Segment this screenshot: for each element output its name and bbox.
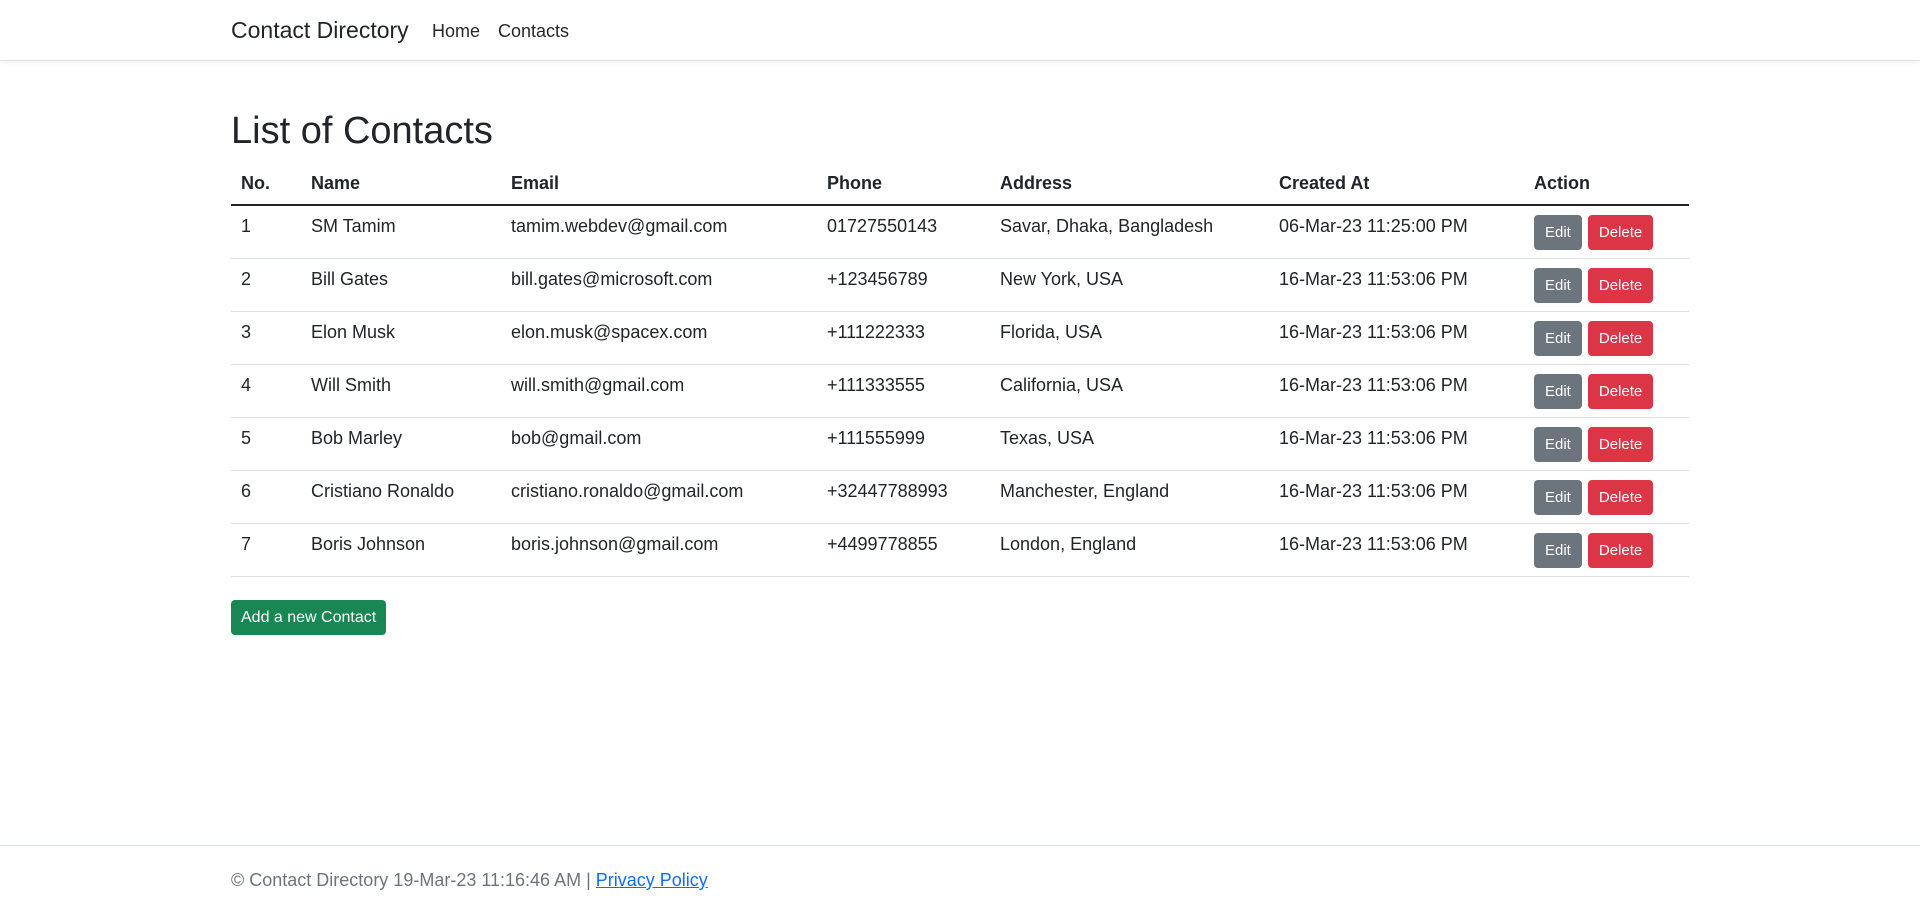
cell-action: Edit Delete <box>1524 417 1689 471</box>
cell-created-at: 16-Mar-23 11:53:06 PM <box>1269 364 1524 418</box>
cell-action: Edit Delete <box>1524 364 1689 418</box>
cell-no: 3 <box>231 311 301 365</box>
cell-address: Manchester, England <box>990 470 1269 524</box>
table-header-row: No. Name Email Phone Address Created At … <box>231 162 1689 206</box>
cell-email: will.smith@gmail.com <box>501 364 817 418</box>
cell-name: Bob Marley <box>301 417 501 471</box>
cell-action: Edit Delete <box>1524 205 1689 259</box>
delete-button[interactable]: Delete <box>1587 215 1654 250</box>
cell-phone: +111555999 <box>817 417 990 471</box>
cell-email: elon.musk@spacex.com <box>501 311 817 365</box>
cell-action: Edit Delete <box>1524 523 1689 577</box>
edit-button[interactable]: Edit <box>1534 426 1582 462</box>
nav-link-contacts[interactable]: Contacts <box>498 21 569 42</box>
cell-no: 6 <box>231 470 301 524</box>
table-row: 4 Will Smith will.smith@gmail.com +11133… <box>231 364 1689 418</box>
cell-phone: +4499778855 <box>817 523 990 577</box>
column-header-address: Address <box>990 162 1269 206</box>
cell-created-at: 06-Mar-23 11:25:00 PM <box>1269 205 1524 259</box>
edit-button[interactable]: Edit <box>1534 373 1582 409</box>
column-header-name: Name <box>301 162 501 206</box>
column-header-email: Email <box>501 162 817 206</box>
edit-button[interactable]: Edit <box>1534 267 1582 303</box>
cell-created-at: 16-Mar-23 11:53:06 PM <box>1269 311 1524 365</box>
cell-address: Texas, USA <box>990 417 1269 471</box>
cell-address: London, England <box>990 523 1269 577</box>
cell-created-at: 16-Mar-23 11:53:06 PM <box>1269 258 1524 312</box>
cell-address: California, USA <box>990 364 1269 418</box>
table-row: 2 Bill Gates bill.gates@microsoft.com +1… <box>231 258 1689 312</box>
cell-email: bob@gmail.com <box>501 417 817 471</box>
cell-address: Savar, Dhaka, Bangladesh <box>990 205 1269 259</box>
cell-no: 4 <box>231 364 301 418</box>
add-contact-button[interactable]: Add a new Contact <box>231 600 387 635</box>
column-header-created-at: Created At <box>1269 162 1524 206</box>
cell-email: cristiano.ronaldo@gmail.com <box>501 470 817 524</box>
cell-no: 5 <box>231 417 301 471</box>
cell-email: bill.gates@microsoft.com <box>501 258 817 312</box>
table-row: 3 Elon Musk elon.musk@spacex.com +111222… <box>231 311 1689 365</box>
cell-address: Florida, USA <box>990 311 1269 365</box>
cell-action: Edit Delete <box>1524 470 1689 524</box>
cell-name: SM Tamim <box>301 205 501 259</box>
cell-email: tamim.webdev@gmail.com <box>501 205 817 259</box>
cell-name: Cristiano Ronaldo <box>301 470 501 524</box>
footer-copyright: © Contact Directory 19-Mar-23 11:16:46 A… <box>231 870 591 890</box>
column-header-action: Action <box>1524 162 1689 206</box>
cell-phone: +123456789 <box>817 258 990 312</box>
cell-no: 2 <box>231 258 301 312</box>
cell-no: 1 <box>231 205 301 259</box>
delete-button[interactable]: Delete <box>1587 320 1654 356</box>
page-title: List of Contacts <box>231 110 493 152</box>
cell-created-at: 16-Mar-23 11:53:06 PM <box>1269 523 1524 577</box>
edit-button[interactable]: Edit <box>1534 320 1582 356</box>
edit-button[interactable]: Edit <box>1534 532 1582 568</box>
edit-button[interactable]: Edit <box>1534 215 1582 250</box>
cell-name: Will Smith <box>301 364 501 418</box>
column-header-no: No. <box>231 162 301 206</box>
cell-name: Elon Musk <box>301 311 501 365</box>
table-body: 1 SM Tamim tamim.webdev@gmail.com 017275… <box>231 205 1689 577</box>
cell-phone: +111333555 <box>817 364 990 418</box>
cell-no: 7 <box>231 523 301 577</box>
cell-phone: 01727550143 <box>817 205 990 259</box>
privacy-policy-link[interactable]: Privacy Policy <box>596 870 708 890</box>
cell-created-at: 16-Mar-23 11:53:06 PM <box>1269 417 1524 471</box>
delete-button[interactable]: Delete <box>1587 373 1654 409</box>
column-header-phone: Phone <box>817 162 990 206</box>
cell-address: New York, USA <box>990 258 1269 312</box>
cell-name: Boris Johnson <box>301 523 501 577</box>
delete-button[interactable]: Delete <box>1587 267 1654 303</box>
navbar: Contact Directory Home Contacts <box>0 0 1920 61</box>
cell-email: boris.johnson@gmail.com <box>501 523 817 577</box>
footer-text-container: © Contact Directory 19-Mar-23 11:16:46 A… <box>231 870 708 891</box>
nav-link-home[interactable]: Home <box>432 21 480 42</box>
cell-action: Edit Delete <box>1524 311 1689 365</box>
delete-button[interactable]: Delete <box>1587 426 1654 462</box>
cell-name: Bill Gates <box>301 258 501 312</box>
table-row: 5 Bob Marley bob@gmail.com +111555999 Te… <box>231 417 1689 471</box>
navbar-brand[interactable]: Contact Directory <box>231 17 409 44</box>
table-row: 6 Cristiano Ronaldo cristiano.ronaldo@gm… <box>231 470 1689 524</box>
cell-phone: +32447788993 <box>817 470 990 524</box>
delete-button[interactable]: Delete <box>1587 532 1654 568</box>
contacts-table: No. Name Email Phone Address Created At … <box>231 162 1689 577</box>
table-row: 1 SM Tamim tamim.webdev@gmail.com 017275… <box>231 205 1689 259</box>
table-row: 7 Boris Johnson boris.johnson@gmail.com … <box>231 523 1689 577</box>
cell-created-at: 16-Mar-23 11:53:06 PM <box>1269 470 1524 524</box>
cell-phone: +111222333 <box>817 311 990 365</box>
footer: © Contact Directory 19-Mar-23 11:16:46 A… <box>0 845 1920 912</box>
cell-action: Edit Delete <box>1524 258 1689 312</box>
edit-button[interactable]: Edit <box>1534 479 1582 515</box>
delete-button[interactable]: Delete <box>1587 479 1654 515</box>
